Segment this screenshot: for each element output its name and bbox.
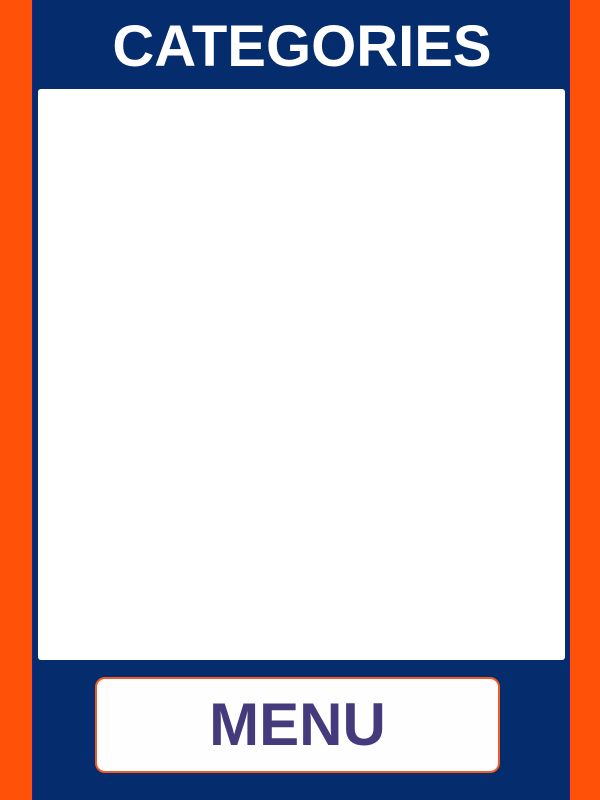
- page-title: CATEGORIES: [112, 14, 492, 79]
- categories-content-area: [38, 89, 565, 660]
- categories-panel: CATEGORIES MENU: [32, 0, 570, 800]
- menu-button[interactable]: MENU: [95, 677, 500, 773]
